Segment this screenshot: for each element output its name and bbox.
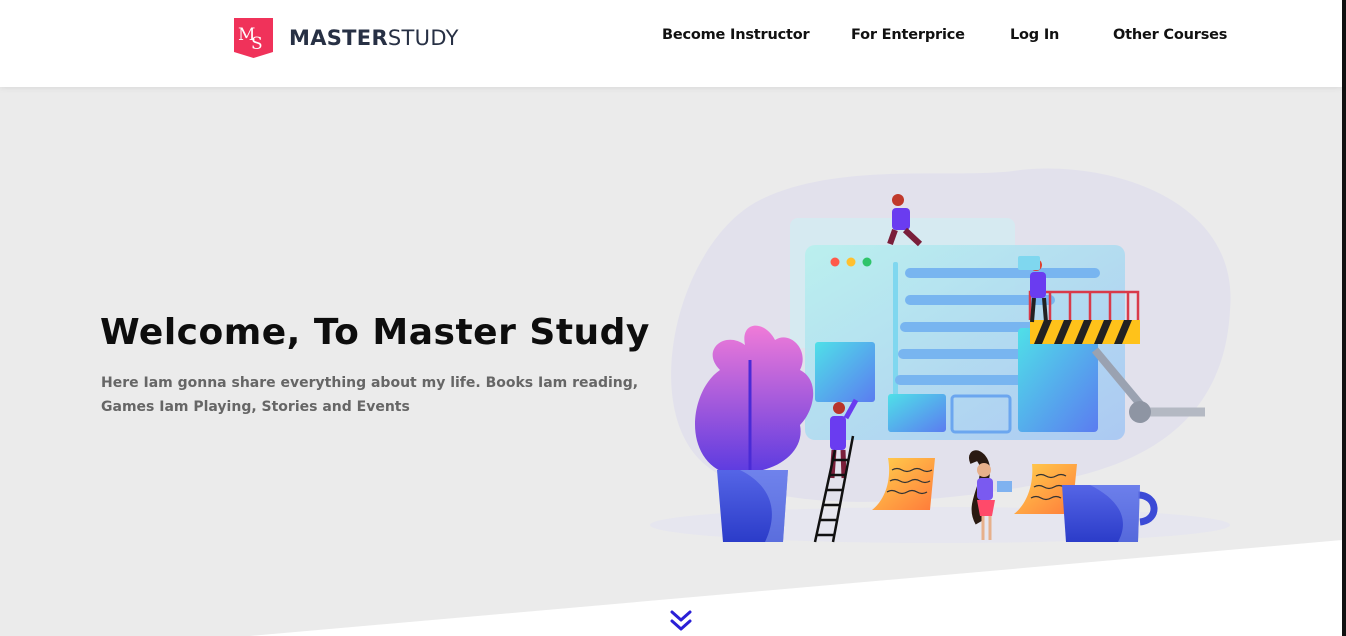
hero-subtitle: Here Iam gonna share everything about my… [101,375,639,415]
site-header: M S MASTERSTUDY Become Instructor For En… [0,0,1342,87]
nav-become-instructor[interactable]: Become Instructor [662,27,810,43]
brand-name-bold: MASTER [289,26,388,50]
double-chevron-down-icon[interactable] [668,609,694,635]
brand-name-light: STUDY [387,26,459,50]
logo-mark-icon: M S [234,18,273,58]
brand-logo[interactable]: M S MASTERSTUDY [234,18,459,58]
svg-text:S: S [251,34,263,54]
hero-title: Welcome, To Master Study [100,312,650,353]
nav-for-enterprice[interactable]: For Enterprice [851,27,965,43]
nav-log-in[interactable]: Log In [1010,27,1059,43]
brand-name: MASTERSTUDY [289,26,459,50]
nav-other-courses[interactable]: Other Courses [1113,27,1227,43]
window-edge [1342,0,1346,636]
hero-illustration [650,168,1231,543]
